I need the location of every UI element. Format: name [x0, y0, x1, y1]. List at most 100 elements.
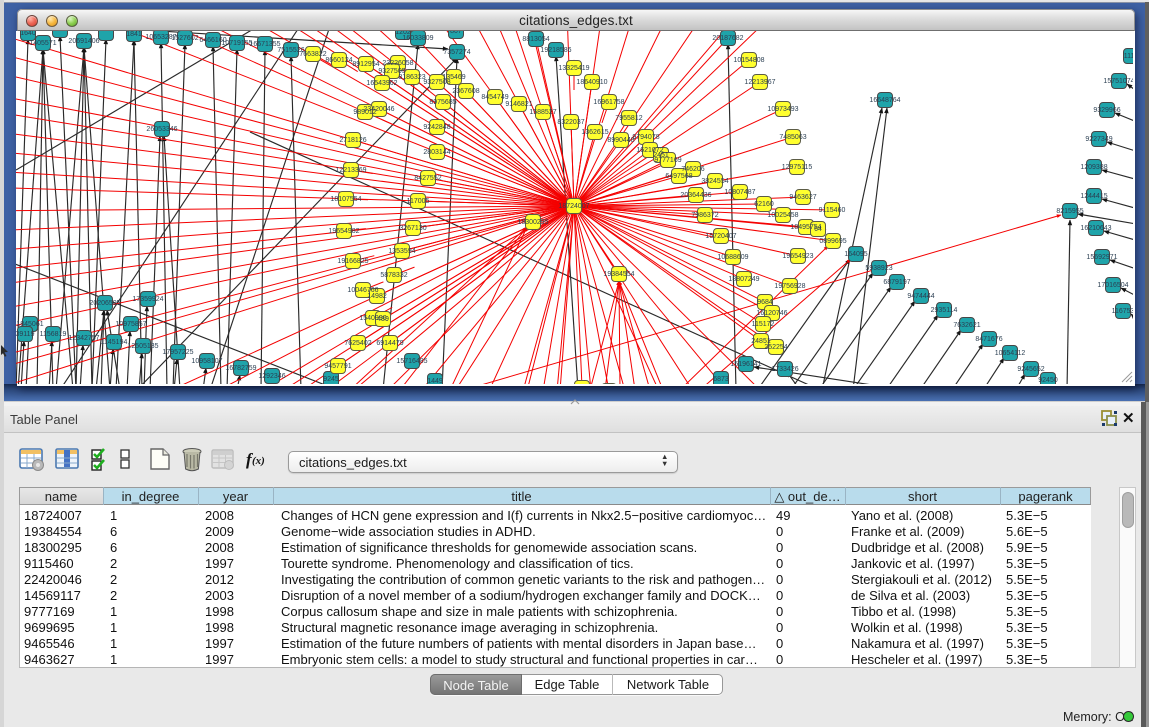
svg-text:1733426: 1733426: [771, 366, 798, 373]
svg-text:7955812: 7955812: [615, 115, 642, 122]
svg-text:6873: 6873: [713, 376, 729, 383]
svg-text:19218586: 19218586: [540, 47, 571, 54]
svg-text:17359924: 17359924: [132, 296, 163, 303]
svg-text:9146821: 9146821: [505, 101, 532, 108]
svg-text:26053346: 26053346: [146, 126, 177, 133]
svg-text:1845061: 1845061: [16, 321, 43, 328]
svg-text:18107554: 18107554: [330, 196, 361, 203]
svg-text:16961758: 16961758: [593, 99, 624, 106]
svg-text:20364436: 20364436: [680, 192, 711, 199]
svg-text:117005: 117005: [407, 198, 430, 205]
svg-text:19756928: 19756928: [774, 283, 805, 290]
svg-text:164095: 164095: [844, 251, 867, 258]
svg-text:489: 489: [377, 316, 389, 323]
svg-text:62160: 62160: [754, 201, 774, 208]
svg-text:17016504: 17016504: [1097, 282, 1128, 289]
svg-text:9227349: 9227349: [1085, 136, 1112, 143]
svg-text:2935114: 2935114: [931, 307, 958, 314]
svg-text:1841: 1841: [126, 31, 142, 38]
svg-text:9794078: 9794078: [632, 134, 659, 141]
svg-text:989012: 989012: [353, 109, 376, 116]
svg-text:19166825: 19166825: [337, 258, 368, 265]
svg-text:10025458: 10025458: [767, 212, 798, 219]
svg-text:10975857: 10975857: [115, 321, 146, 328]
svg-text:6879197: 6879197: [883, 279, 910, 286]
svg-text:115172: 115172: [752, 321, 775, 328]
svg-text:19654923: 19654923: [782, 253, 813, 260]
svg-text:6497568: 6497568: [665, 173, 692, 180]
svg-text:20691406: 20691406: [68, 38, 99, 45]
svg-text:9463627: 9463627: [789, 194, 816, 201]
svg-text:5878332: 5878332: [380, 272, 407, 279]
svg-text:9777169: 9777169: [654, 157, 681, 164]
svg-text:6914479: 6914479: [376, 340, 403, 347]
svg-text:8990448: 8990448: [607, 137, 634, 144]
svg-text:9245652: 9245652: [1017, 366, 1044, 373]
svg-text:10719155: 10719155: [221, 40, 252, 47]
svg-text:16033809: 16033809: [402, 35, 433, 42]
svg-text:8186323: 8186323: [398, 74, 425, 81]
svg-text:3824554: 3824554: [701, 178, 728, 185]
svg-text:14982: 14982: [367, 293, 387, 300]
svg-text:16210643: 16210643: [1080, 225, 1111, 232]
svg-text:3267130: 3267130: [399, 225, 426, 232]
svg-text:7357274: 7357274: [443, 49, 470, 56]
svg-text:39119: 39119: [16, 331, 35, 338]
svg-text:5938923: 5938923: [865, 265, 892, 272]
svg-text:92450: 92450: [1038, 377, 1058, 384]
svg-text:2367608: 2367608: [452, 88, 479, 95]
svg-text:16782759: 16782759: [225, 365, 256, 372]
svg-text:18300295: 18300295: [517, 219, 548, 226]
svg-text:13325419: 13325419: [558, 65, 589, 72]
svg-text:8912954: 8912954: [352, 61, 379, 68]
svg-text:16543962: 16543962: [366, 80, 397, 87]
svg-text:1209388: 1209388: [1080, 164, 1107, 171]
svg-text:1117: 1117: [1124, 53, 1133, 60]
svg-text:7485063: 7485063: [779, 134, 806, 141]
svg-text:8215955: 8215955: [1056, 208, 1083, 215]
svg-text:15720407: 15720407: [705, 233, 736, 240]
svg-text:8322037: 8322037: [557, 119, 584, 126]
svg-text:9474444: 9474444: [907, 293, 934, 300]
svg-text:15751074: 15751074: [1103, 78, 1133, 85]
svg-text:1244415: 1244415: [1080, 193, 1107, 200]
svg-text:1145194: 1145194: [101, 339, 128, 346]
svg-text:19654982: 19654982: [328, 228, 359, 235]
svg-text:8454749: 8454749: [481, 94, 508, 101]
svg-text:7663822: 7663822: [299, 51, 326, 58]
svg-text:1353594: 1353594: [388, 248, 415, 255]
svg-text:9115460: 9115460: [819, 207, 846, 214]
svg-text:17957225: 17957225: [162, 349, 193, 356]
svg-text:8975685: 8975685: [429, 99, 456, 106]
svg-text:16648764: 16648764: [869, 97, 900, 104]
svg-text:7632621: 7632621: [953, 322, 980, 329]
svg-text:8813054: 8813054: [522, 36, 549, 43]
svg-text:9684: 9684: [757, 299, 773, 306]
svg-text:10807487: 10807487: [724, 189, 755, 196]
svg-text:1292346: 1292346: [258, 373, 285, 380]
svg-text:8427552: 8427552: [414, 175, 441, 182]
svg-text:746206: 746206: [681, 166, 704, 173]
svg-text:807: 807: [450, 31, 462, 35]
svg-text:9245: 9245: [323, 376, 339, 383]
svg-text:12505135: 12505135: [127, 343, 158, 350]
svg-text:8660124: 8660124: [325, 57, 352, 64]
svg-text:10958107: 10958107: [191, 358, 222, 365]
svg-text:135469: 135469: [442, 74, 465, 81]
svg-text:0899695: 0899695: [819, 238, 846, 245]
svg-text:15196141: 15196141: [730, 361, 761, 368]
svg-text:9329966: 9329966: [1093, 107, 1120, 114]
svg-text:20187682: 20187682: [712, 35, 743, 42]
svg-text:(x): (x): [252, 455, 265, 467]
svg-text:20206505: 20206505: [89, 300, 120, 307]
svg-text:2718126: 2718126: [339, 137, 366, 144]
svg-text:7625402: 7625402: [344, 340, 371, 347]
svg-text:1588527: 1588527: [529, 109, 556, 116]
svg-text:252254: 252254: [764, 344, 787, 351]
svg-text:16671355: 16671355: [249, 41, 280, 48]
svg-text:9242848: 9242848: [423, 124, 450, 131]
svg-text:15716485: 15716485: [396, 358, 427, 365]
svg-text:1449: 1449: [427, 378, 443, 384]
svg-text:16120746: 16120746: [756, 310, 787, 317]
svg-text:1362615: 1362615: [581, 129, 608, 136]
